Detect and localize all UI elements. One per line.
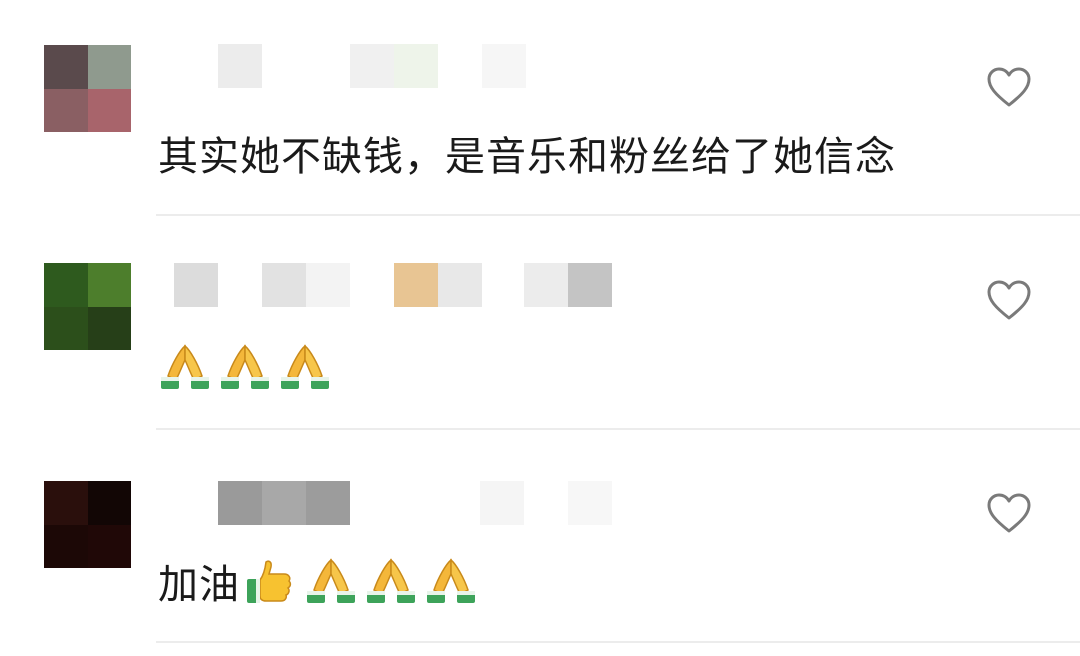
- redaction-block: [480, 481, 524, 525]
- thumbs-up-emoji: [244, 556, 298, 606]
- avatar-pixel: [87, 481, 131, 525]
- redaction-block: [306, 481, 350, 525]
- avatar-pixel: [87, 524, 131, 568]
- heart-outline-icon: [987, 493, 1031, 533]
- redaction-block: [218, 481, 262, 525]
- avatar-pixel: [44, 481, 88, 525]
- comment-item: 加油: [0, 0, 1080, 656]
- redaction-block: [262, 481, 306, 525]
- comment-text: 加油: [158, 556, 484, 609]
- divider: [156, 641, 1080, 643]
- avatar-pixel: [44, 524, 88, 568]
- avatar[interactable]: [44, 481, 131, 568]
- folded-hands-emoji: [364, 556, 418, 606]
- folded-hands-emoji: [424, 556, 478, 606]
- comment-text-content: 加油: [158, 562, 240, 608]
- folded-hands-emoji: [304, 556, 358, 606]
- redaction-block: [568, 481, 612, 525]
- like-button[interactable]: [986, 492, 1032, 534]
- username-redacted[interactable]: [218, 481, 618, 525]
